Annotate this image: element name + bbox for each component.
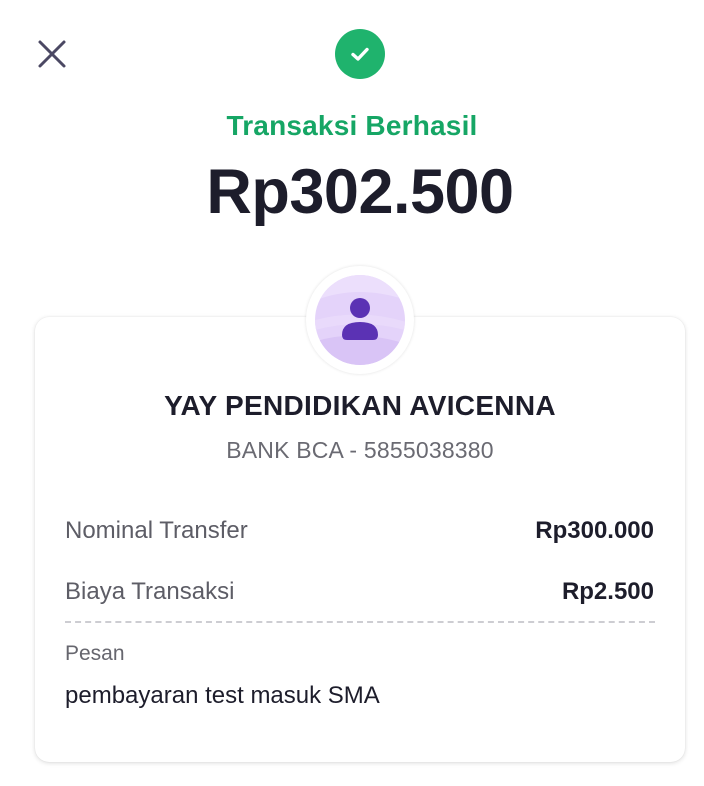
check-circle-icon (335, 29, 385, 79)
total-amount: Rp302.500 (206, 157, 514, 227)
divider (65, 621, 655, 623)
message-text: pembayaran test masuk SMA (65, 682, 380, 709)
transaction-receipt-screen: Transaksi Berhasil Rp302.500 YAY PENDIDI… (0, 0, 704, 786)
transaction-fee-label: Biaya Transaksi (65, 578, 235, 605)
transaction-fee-value: Rp2.500 (561, 578, 654, 605)
close-icon[interactable] (36, 38, 68, 70)
nominal-transfer-label: Nominal Transfer (65, 517, 248, 544)
message-label: Pesan (65, 642, 125, 665)
avatar (306, 266, 414, 374)
person-icon (315, 275, 405, 365)
nominal-transfer-value: Rp300.000 (535, 517, 654, 544)
recipient-name: YAY PENDIDIKAN AVICENNA (164, 390, 556, 421)
recipient-account: BANK BCA - 5855038380 (226, 437, 494, 463)
status-title: Transaksi Berhasil (226, 110, 478, 141)
